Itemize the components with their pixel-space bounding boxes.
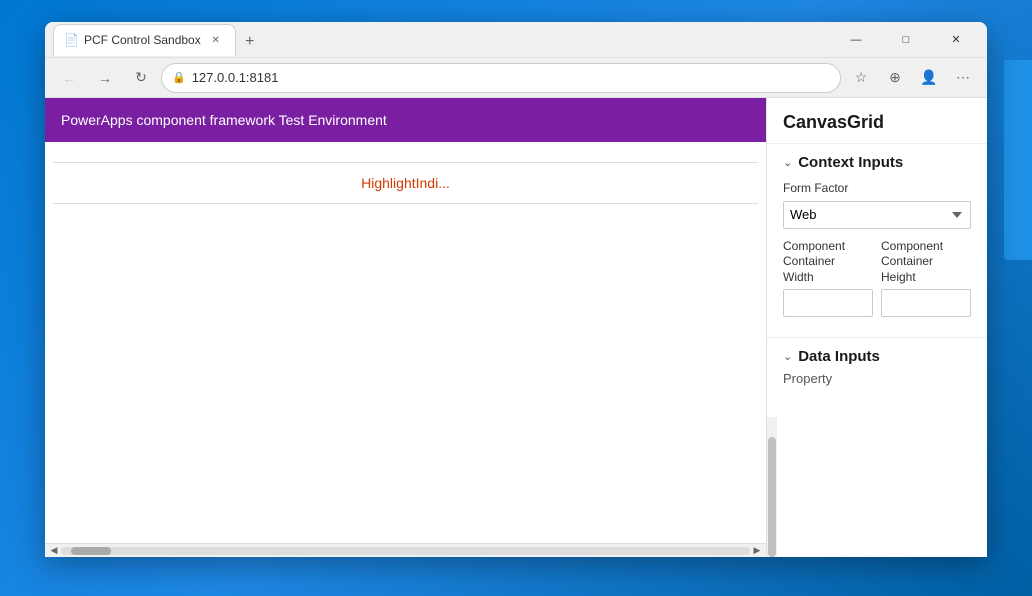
container-height-group: Component Container Height: [881, 239, 971, 318]
page-content: PowerApps component framework Test Envir…: [45, 98, 987, 557]
data-inputs-header: ⌄ Data Inputs: [783, 348, 971, 365]
maximize-button[interactable]: □: [883, 24, 929, 56]
component-name-area: HighlightIndi...: [45, 163, 766, 203]
favorites-icon[interactable]: ☆: [845, 62, 877, 94]
container-width-input[interactable]: [783, 289, 873, 317]
refresh-button[interactable]: ↻: [125, 62, 157, 94]
close-button[interactable]: ✕: [933, 24, 979, 56]
forward-button[interactable]: →: [89, 62, 121, 94]
main-area: PowerApps component framework Test Envir…: [45, 98, 767, 557]
address-bar: ← → ↻ 🔒 127.0.0.1:8181 ☆ ⊕ 👤 ⋯: [45, 58, 987, 98]
container-width-label: Component Container Width: [783, 239, 873, 286]
app-header: PowerApps component framework Test Envir…: [45, 98, 766, 142]
context-inputs-section: ⌄ Context Inputs Form Factor Web Phone T…: [767, 144, 987, 338]
container-height-label: Component Container Height: [881, 239, 971, 286]
data-inputs-section: ⌄ Data Inputs Property: [767, 338, 987, 396]
panel-title: CanvasGrid: [767, 98, 987, 144]
scroll-track[interactable]: [61, 547, 750, 555]
window-controls: — □ ✕: [833, 24, 979, 56]
more-button[interactable]: ⋯: [947, 62, 979, 94]
container-width-group: Component Container Width: [783, 239, 873, 318]
tab-favicon-icon: 📄: [64, 33, 78, 47]
app-header-title: PowerApps component framework Test Envir…: [61, 112, 387, 128]
container-height-input[interactable]: [881, 289, 971, 317]
component-name[interactable]: HighlightIndi...: [361, 175, 450, 191]
scroll-thumb[interactable]: [71, 547, 111, 555]
data-inputs-collapse-icon[interactable]: ⌄: [783, 350, 792, 363]
collections-icon[interactable]: ⊕: [879, 62, 911, 94]
browser-window: 📄 PCF Control Sandbox ✕ + — □ ✕ ← → ↻ 🔒 …: [45, 22, 987, 557]
minimize-button[interactable]: —: [833, 24, 879, 56]
bottom-divider: [53, 203, 758, 204]
form-factor-group: Form Factor Web Phone Tablet: [783, 181, 971, 229]
new-tab-button[interactable]: +: [236, 28, 264, 56]
form-factor-label: Form Factor: [783, 181, 971, 197]
back-button[interactable]: ←: [53, 62, 85, 94]
tab-close-button[interactable]: ✕: [207, 31, 225, 49]
context-inputs-header: ⌄ Context Inputs: [783, 154, 971, 171]
panel-body: ⌄ Context Inputs Form Factor Web Phone T…: [767, 144, 987, 417]
scrollbar-thumb[interactable]: [768, 437, 776, 557]
address-text: 127.0.0.1:8181: [192, 70, 830, 85]
active-tab[interactable]: 📄 PCF Control Sandbox ✕: [53, 24, 236, 56]
tab-bar: 📄 PCF Control Sandbox ✕ +: [53, 24, 825, 56]
data-inputs-title: Data Inputs: [798, 348, 880, 365]
vertical-scrollbar[interactable]: [767, 417, 777, 557]
scroll-left-arrow[interactable]: ◀: [47, 544, 61, 558]
horizontal-scrollbar[interactable]: ◀ ▶: [45, 543, 766, 557]
desktop: 📄 PCF Control Sandbox ✕ + — □ ✕ ← → ↻ 🔒 …: [0, 0, 1032, 596]
context-inputs-collapse-icon[interactable]: ⌄: [783, 156, 792, 169]
scroll-right-arrow[interactable]: ▶: [750, 544, 764, 558]
context-inputs-title: Context Inputs: [798, 154, 903, 171]
toolbar-icons: ☆ ⊕ 👤 ⋯: [845, 62, 979, 94]
sidebar-panel: CanvasGrid ⌄ Context Inputs Form Factor …: [767, 98, 987, 557]
container-dimensions: Component Container Width Component Cont…: [783, 239, 971, 328]
form-factor-select[interactable]: Web Phone Tablet: [783, 201, 971, 229]
property-label: Property: [783, 367, 971, 386]
edge-sidebar: [1004, 60, 1032, 260]
address-bar-input[interactable]: 🔒 127.0.0.1:8181: [161, 63, 841, 93]
profile-icon[interactable]: 👤: [913, 62, 945, 94]
tab-title: PCF Control Sandbox: [84, 33, 201, 47]
lock-icon: 🔒: [172, 71, 186, 84]
title-bar: 📄 PCF Control Sandbox ✕ + — □ ✕: [45, 22, 987, 58]
main-content: HighlightIndi...: [45, 142, 766, 543]
